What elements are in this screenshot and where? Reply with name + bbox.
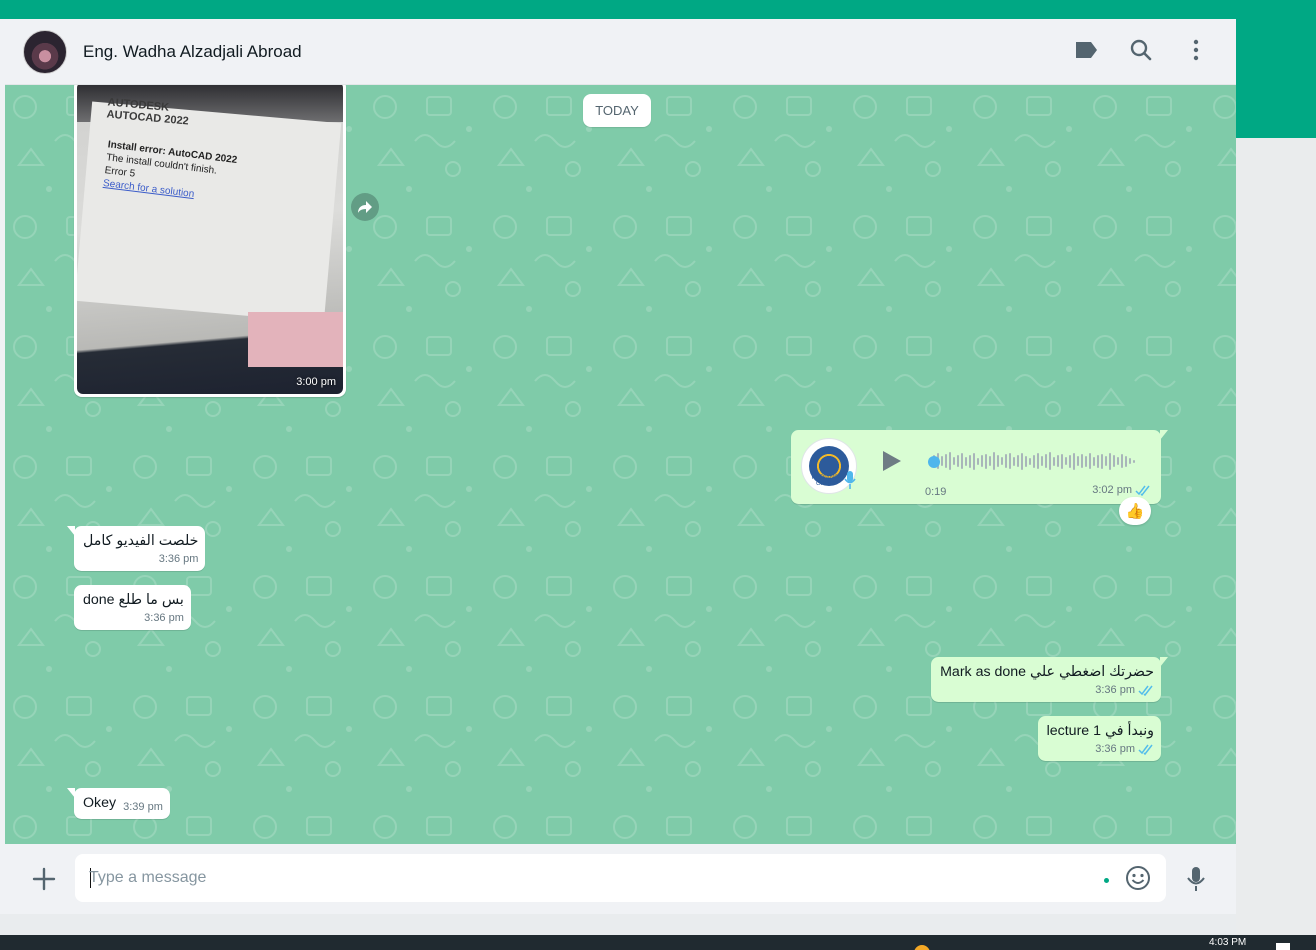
background-panel — [1236, 138, 1316, 935]
message-text: خلصت الفيديو كامل — [83, 533, 199, 549]
message-time: 3:02 pm — [1092, 484, 1132, 496]
message-text: بس ما طلع done — [83, 592, 184, 608]
background-accent-band — [1236, 19, 1316, 138]
message-time: 3:36 pm — [158, 553, 199, 565]
message-list[interactable]: TODAY AUTODESK AUTOCAD 2022 Install erro… — [5, 85, 1236, 844]
menu-icon[interactable] — [1184, 38, 1208, 62]
waveform-scrubber[interactable] — [928, 456, 940, 468]
notification-icon[interactable] — [1276, 943, 1290, 950]
read-ticks-icon — [1138, 744, 1153, 755]
header-actions — [1074, 38, 1208, 62]
read-ticks-icon — [1135, 485, 1150, 496]
message-meta: 3:36 pm — [940, 684, 1154, 696]
read-ticks-icon — [1138, 685, 1153, 696]
message-time: 3:00 pm — [296, 376, 336, 388]
message-bubble[interactable]: Okey 3:39 pm — [67, 788, 170, 819]
message-bubble[interactable]: بس ما طلع done 3:36 pm — [74, 585, 191, 630]
image-content[interactable]: AUTODESK AUTOCAD 2022 Install error: Aut… — [77, 85, 343, 394]
play-icon[interactable] — [879, 449, 903, 473]
message-input-container[interactable] — [75, 854, 1166, 902]
app-top-band — [0, 0, 1316, 19]
emoji-icon[interactable] — [1125, 865, 1151, 891]
message-bubble[interactable]: خلصت الفيديو كامل 3:36 pm — [67, 526, 206, 571]
chat-window: Eng. Wadha Alzadjali Abroad TODAY AUTODE… — [0, 19, 1236, 914]
date-divider: TODAY — [583, 94, 651, 127]
contact-avatar[interactable] — [23, 29, 67, 74]
voice-duration: 0:19 — [925, 486, 947, 498]
chat-header: Eng. Wadha Alzadjali Abroad — [5, 19, 1236, 85]
message-text: ونبدأ في lecture 1 — [1046, 723, 1154, 739]
message-time: 3:39 pm — [123, 801, 163, 813]
message-bubble[interactable]: ونبدأ في lecture 1 3:36 pm — [1037, 716, 1161, 761]
message-time: 3:36 pm — [1095, 743, 1135, 755]
message-meta: 3:02 pm — [1092, 484, 1151, 496]
voice-message[interactable]: RADIANCE GROUP 0:19 3:02 pm — [791, 430, 1168, 504]
message-time: 3:36 pm — [1095, 684, 1135, 696]
mic-badge-icon — [844, 471, 856, 489]
os-taskbar: 4:03 PM — [0, 935, 1316, 950]
search-icon[interactable] — [1129, 38, 1153, 62]
taskbar-app-icon[interactable] — [914, 945, 930, 950]
reaction-badge[interactable]: 👍 — [1119, 497, 1151, 525]
message-bubble[interactable]: حضرتك اضغطي علي Mark as done 3:36 pm — [931, 657, 1168, 702]
message-meta: 3:36 pm — [1047, 743, 1154, 755]
status-dot — [1104, 878, 1109, 883]
plus-icon[interactable] — [31, 866, 57, 892]
mic-icon[interactable] — [1184, 866, 1208, 892]
contact-name[interactable]: Eng. Wadha Alzadjali Abroad — [83, 42, 302, 62]
taskbar-clock[interactable]: 4:03 PM — [1209, 937, 1246, 948]
image-message[interactable]: AUTODESK AUTOCAD 2022 Install error: Aut… — [74, 85, 346, 397]
message-input[interactable] — [89, 866, 1069, 890]
message-text: حضرتك اضغطي علي Mark as done — [940, 664, 1154, 680]
voice-waveform[interactable] — [929, 451, 1139, 471]
forward-icon[interactable] — [351, 193, 379, 221]
message-text: Okey — [83, 795, 117, 811]
message-time: 3:36 pm — [144, 612, 184, 624]
avatar-logo-text: RADIANCE GROUP — [811, 475, 843, 487]
label-icon[interactable] — [1074, 38, 1098, 62]
message-composer — [5, 844, 1236, 914]
